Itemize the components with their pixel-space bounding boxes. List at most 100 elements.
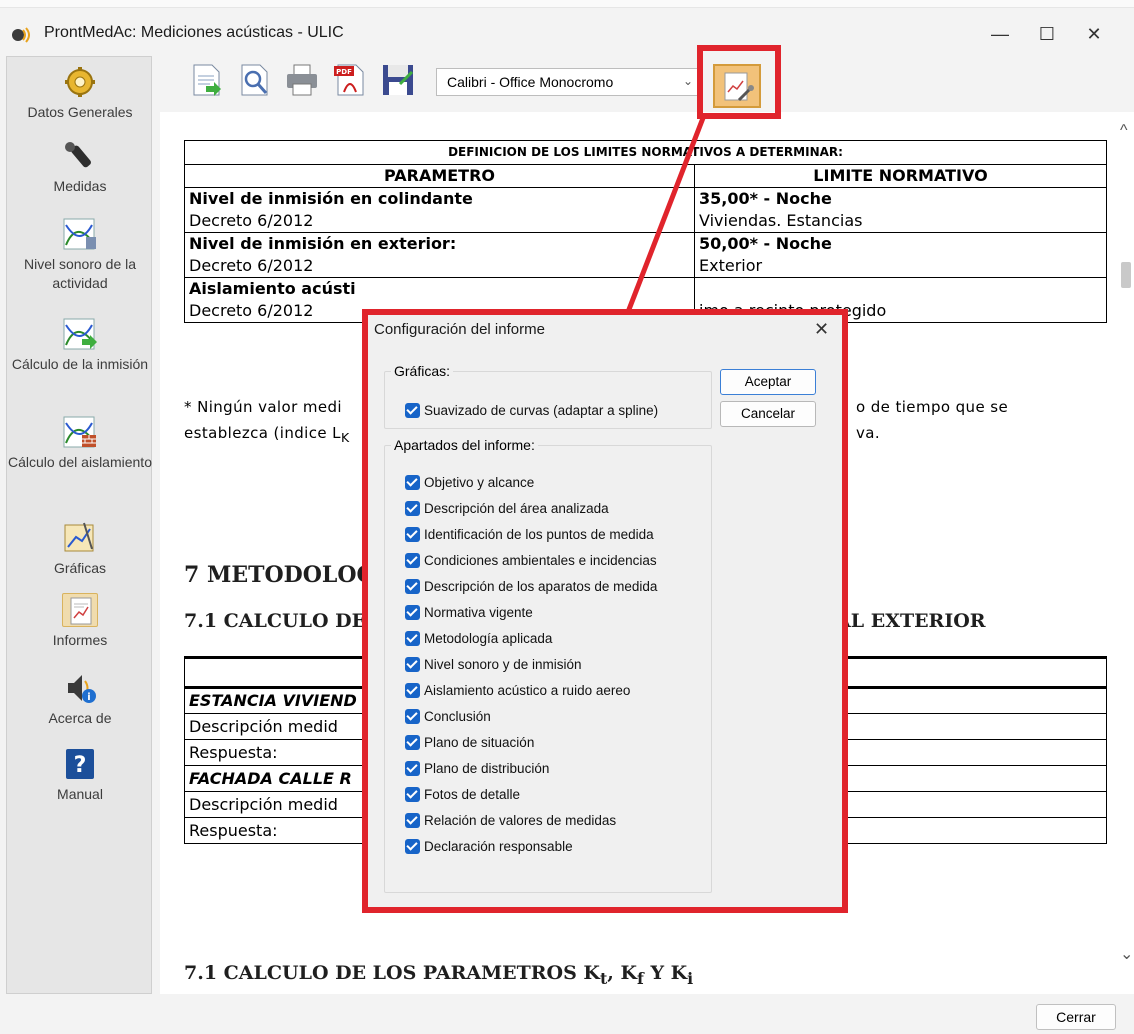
cancelar-button[interactable]: Cancelar xyxy=(720,401,816,427)
checkbox-section[interactable]: Condiciones ambientales e incidencias xyxy=(405,553,657,568)
sidebar-item-calculo-aislamiento[interactable]: Cálculo del aislamiento xyxy=(7,415,153,472)
checkbox-section[interactable]: Normativa vigente xyxy=(405,605,533,620)
minimize-button[interactable]: — xyxy=(985,20,1015,48)
checkbox-section[interactable]: Nivel sonoro y de inmisión xyxy=(405,657,582,672)
checkbox-checked-icon xyxy=(405,683,420,698)
sidebar-item-medidas[interactable]: Medidas xyxy=(7,139,153,196)
checkbox-section[interactable]: Objetivo y alcance xyxy=(405,475,534,490)
note-line-2-text: establezca (indice L xyxy=(184,424,341,442)
param-name: Nivel de inmisión en colindante xyxy=(189,189,473,208)
checkbox-spline[interactable]: Suavizado de curvas (adaptar a spline) xyxy=(405,403,658,418)
save-icon[interactable] xyxy=(380,62,416,98)
checkbox-section[interactable]: Plano de distribución xyxy=(405,761,549,776)
top-strip xyxy=(0,0,1134,8)
checkbox-checked-icon xyxy=(405,527,420,542)
report-config-dialog: Configuración del informe ✕ Gráficas: Su… xyxy=(362,309,848,913)
checkbox-label: Suavizado de curvas (adaptar a spline) xyxy=(424,403,659,418)
checkbox-section[interactable]: Descripción del área analizada xyxy=(405,501,609,516)
table-row: Nivel de inmisión en exterior: Decreto 6/… xyxy=(184,232,1107,278)
sidebar-item-nivel-sonoro[interactable]: Nivel sonoro de la actividad xyxy=(7,217,153,293)
checkbox-label: Relación de valores de medidas xyxy=(424,813,617,828)
chart-sound-icon xyxy=(62,217,98,251)
checkbox-section[interactable]: Identificación de los puntos de medida xyxy=(405,527,654,542)
sidebar-item-calculo-inmision[interactable]: Cálculo de la inmisión xyxy=(7,317,153,374)
checkbox-label: Objetivo y alcance xyxy=(424,475,535,490)
new-document-icon[interactable] xyxy=(188,62,224,98)
checkbox-checked-icon xyxy=(405,787,420,802)
sidebar-item-datos-generales[interactable]: Datos Generales xyxy=(7,65,153,122)
app-logo-icon xyxy=(12,26,34,44)
checkbox-label: Condiciones ambientales e incidencias xyxy=(424,553,657,568)
checkbox-label: Nivel sonoro y de inmisión xyxy=(424,657,582,672)
sidebar-item-label: Medidas xyxy=(53,178,107,194)
highlight-box-toolbar xyxy=(697,45,781,119)
chevron-down-icon: ⌄ xyxy=(682,74,693,88)
note-line-2: establezca (indice LK xyxy=(184,420,350,451)
sidebar-item-acerca-de[interactable]: i Acerca de xyxy=(7,671,153,728)
svg-text:i: i xyxy=(87,692,90,703)
preview-icon[interactable] xyxy=(236,62,272,98)
sidebar-item-label: Manual xyxy=(57,786,103,802)
sidebar-item-manual[interactable]: ? Manual xyxy=(7,747,153,804)
sidebar-item-label: Cálculo de la inmisión xyxy=(11,356,149,372)
checkbox-checked-icon xyxy=(405,605,420,620)
checkbox-section[interactable]: Relación de valores de medidas xyxy=(405,813,616,828)
print-icon[interactable] xyxy=(284,62,320,98)
pdf-export-icon[interactable]: PDF xyxy=(332,62,368,98)
window-close-button[interactable]: ✕ xyxy=(1079,20,1109,48)
checkbox-section[interactable]: Metodología aplicada xyxy=(405,631,552,646)
dialog-close-button[interactable]: ✕ xyxy=(814,319,829,340)
title-bar: ProntMedAc: Mediciones acústicas - ULIC … xyxy=(0,8,1134,54)
checkbox-checked-icon xyxy=(405,579,420,594)
maximize-button[interactable]: ☐ xyxy=(1032,20,1062,48)
checkbox-checked-icon xyxy=(405,657,420,672)
heading-sub: i xyxy=(687,968,694,988)
checkbox-checked-icon xyxy=(405,501,420,516)
checkbox-label: Plano de situación xyxy=(424,735,535,750)
checkbox-section[interactable]: Fotos de detalle xyxy=(405,787,520,802)
limits-table: DEFINICION DE LOS LIMITES NORMATIVOS A D… xyxy=(184,140,1107,323)
checkbox-label: Plano de distribución xyxy=(424,761,550,776)
limit-scope: Exterior xyxy=(699,256,763,275)
column-header-param: PARAMETRO xyxy=(184,164,695,188)
checkbox-checked-icon xyxy=(405,709,420,724)
cerrar-button[interactable]: Cerrar xyxy=(1036,1004,1116,1030)
param-name: Aislamiento acústi xyxy=(189,279,356,298)
checkbox-section[interactable]: Aislamiento acústico a ruido aereo xyxy=(405,683,630,698)
section-heading-7-1-parametros: 7.1 CALCULO DE LOS PARAMETROS Kt, Kf Y K… xyxy=(184,962,693,988)
heading-text: Y K xyxy=(643,962,688,984)
limit-scope: Viviendas. Estancias xyxy=(699,211,863,230)
speaker-info-icon: i xyxy=(62,671,98,705)
checkbox-section[interactable]: Plano de situación xyxy=(405,735,534,750)
table-row: Nivel de inmisión en colindante Decreto 6… xyxy=(184,187,1107,233)
checkbox-checked-icon xyxy=(405,475,420,490)
scrollbar-thumb[interactable] xyxy=(1121,262,1131,288)
dialog-title: Configuración del informe xyxy=(374,321,545,338)
sidebar-item-label: Cálculo del aislamiento xyxy=(8,454,152,470)
help-icon: ? xyxy=(62,747,98,781)
sidebar-item-graficas[interactable]: Gráficas xyxy=(7,521,153,578)
sound-meter-icon xyxy=(62,139,98,173)
checkbox-checked-icon xyxy=(405,761,420,776)
svg-text:?: ? xyxy=(74,753,87,778)
sidebar-item-informes[interactable]: Informes xyxy=(7,593,153,650)
scroll-up-icon[interactable]: ^ xyxy=(1120,122,1128,140)
font-theme-select[interactable]: Calibri - Office Monocromo ⌄ xyxy=(436,68,700,96)
vertical-scrollbar[interactable] xyxy=(1116,112,1134,994)
report-icon xyxy=(62,593,98,627)
sidebar-item-label: Gráficas xyxy=(53,560,107,576)
checkbox-label: Conclusión xyxy=(424,709,491,724)
checkbox-section[interactable]: Descripción de los aparatos de medida xyxy=(405,579,657,594)
checkbox-label: Aislamiento acústico a ruido aereo xyxy=(424,683,631,698)
section-heading-7-1-end: AL EXTERIOR xyxy=(836,610,986,632)
gear-icon xyxy=(62,65,98,99)
checkbox-section[interactable]: Declaración responsable xyxy=(405,839,573,854)
aceptar-button[interactable]: Aceptar xyxy=(720,369,816,395)
checkbox-checked-icon xyxy=(405,813,420,828)
sidebar-item-label: Acerca de xyxy=(48,710,112,726)
note-line-1-end: o de tiempo que se xyxy=(856,398,1009,416)
scroll-down-icon[interactable]: ⌄ xyxy=(1120,944,1133,964)
heading-text: , K xyxy=(607,962,638,984)
chart-arrow-icon xyxy=(62,317,98,351)
checkbox-section[interactable]: Conclusión xyxy=(405,709,491,724)
